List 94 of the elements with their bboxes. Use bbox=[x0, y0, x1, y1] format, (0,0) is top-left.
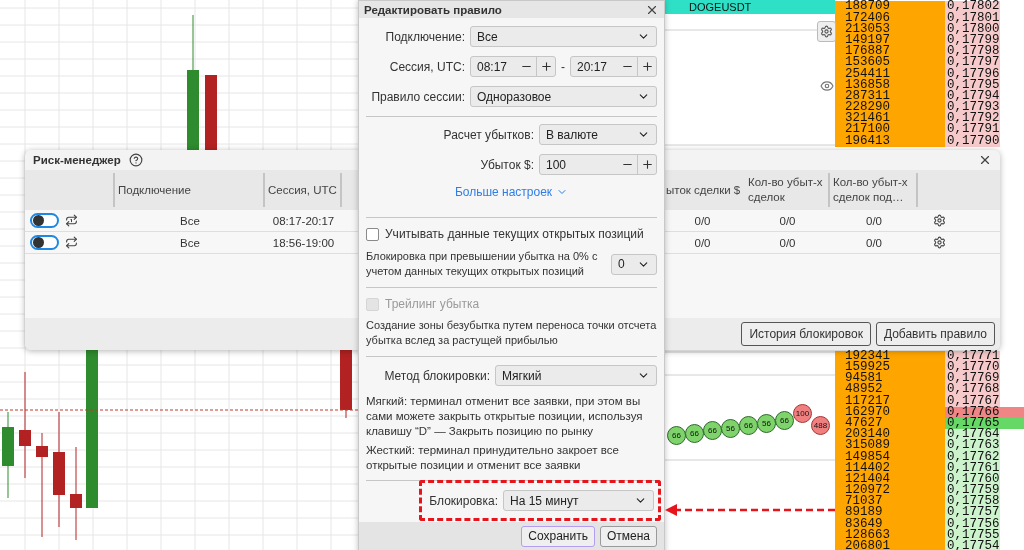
field-label: Метод блокировки: bbox=[383, 368, 490, 383]
volume-cell: 117217 bbox=[835, 395, 945, 407]
table-cell-text: 08:17-20:17 bbox=[271, 214, 336, 227]
range-separator: - bbox=[561, 59, 565, 74]
price-cell: 0,17763 bbox=[945, 440, 1000, 452]
toggle-switch[interactable] bbox=[30, 235, 59, 250]
block-duration-select[interactable]: На 15 минут bbox=[503, 490, 654, 511]
table-cell-text: 0/0 bbox=[865, 214, 883, 227]
method-select[interactable]: Мягкий bbox=[495, 365, 657, 386]
price-cell: 0,17795 bbox=[945, 79, 1000, 91]
field-label: Убыток $: bbox=[479, 157, 534, 172]
price-cell: 0,17756 bbox=[945, 518, 1000, 530]
volume-cell: 89189 bbox=[835, 507, 945, 519]
value-input[interactable]: 08:17 bbox=[471, 59, 517, 74]
column-header: Кол-во убыт-х сделок под… bbox=[830, 173, 918, 207]
price-cell: 0,17755 bbox=[945, 529, 1000, 541]
option-description: Создание зоны безубытка путем переноса точки отсчета убытка вслед за растущей прибылью bbox=[366, 318, 657, 348]
price-cell: 0,17800 bbox=[945, 23, 1000, 35]
table-cell-text: 0/0 bbox=[778, 214, 797, 227]
price-cell: 0,17771 bbox=[945, 350, 1000, 362]
more-settings-link[interactable]: Больше настроек bbox=[454, 185, 569, 199]
dialog-title: Редактировать правило bbox=[364, 3, 502, 16]
option-description: Мягкий: терминал отменит все заявки, при этом вы сами можете закрыть открытые позиции, используя клавишу “D” — Закрыть позицию по рынку bbox=[366, 394, 644, 439]
checkbox-row[interactable]: Учитывать данные текущих открытых позиций bbox=[366, 227, 657, 241]
volume-cell: 192341 bbox=[835, 350, 945, 362]
price-cell: 0,17768 bbox=[945, 384, 1000, 396]
option-description: Блокировка при превышении убытка на 0% с учетом данных текущих открытых позиций bbox=[366, 249, 599, 279]
connection-select[interactable]: Все bbox=[470, 26, 657, 47]
table-cell-text: Все bbox=[179, 236, 201, 249]
plus-icon bbox=[640, 60, 654, 73]
add-rule-button[interactable]: Добавить правило bbox=[875, 322, 995, 346]
settings-button[interactable] bbox=[817, 21, 836, 42]
time-field[interactable]: 08:17 bbox=[470, 56, 556, 77]
table-cell-text: 0/0 bbox=[693, 214, 712, 227]
plus-icon bbox=[539, 60, 553, 73]
price-cell: 0,17797 bbox=[945, 57, 1000, 69]
session-rule-select[interactable]: Одноразовое bbox=[470, 86, 657, 107]
volume-cell: 114402 bbox=[835, 462, 945, 474]
loss-calc-select[interactable]: В валюте bbox=[539, 124, 657, 145]
price-cell: 0,17790 bbox=[945, 135, 1000, 147]
option-description: Жесткий: терминал принудительно закроет все открытые позиции и отменит все заявки bbox=[366, 443, 620, 473]
volume-cell: 172406 bbox=[835, 12, 945, 24]
save-button[interactable]: Сохранить bbox=[521, 525, 595, 547]
volume-cell: 153605 bbox=[835, 57, 945, 69]
volume-cell: 162970 bbox=[835, 406, 945, 418]
help-icon[interactable] bbox=[128, 153, 143, 167]
plus-icon bbox=[640, 158, 654, 171]
price-cell: 0,17767 bbox=[945, 395, 1000, 407]
volume-cell: 188709 bbox=[835, 1, 945, 13]
volume-cell: 206801 bbox=[835, 541, 945, 550]
table-cell-text: 0/0 bbox=[865, 236, 883, 249]
price-cell: 0,17766 bbox=[945, 406, 1024, 418]
price-cell: 0,17762 bbox=[945, 451, 1000, 463]
price-cell: 0,17801 bbox=[945, 12, 1000, 24]
price-cell: 0,17761 bbox=[945, 462, 1000, 474]
checkbox[interactable] bbox=[366, 227, 379, 241]
price-cell: 0,17796 bbox=[945, 68, 1000, 80]
price-cell: 0,17802 bbox=[945, 1, 1000, 13]
field-label: Сессия, UTC: bbox=[388, 59, 465, 74]
field-label: Расчет убытков: bbox=[442, 127, 534, 142]
toggle-switch[interactable] bbox=[30, 213, 59, 228]
gear-icon bbox=[820, 25, 833, 38]
table-cell-text: Все bbox=[179, 214, 201, 227]
field-label: Блокировка: bbox=[428, 493, 498, 508]
price-cell: 0,17757 bbox=[945, 507, 1000, 519]
cancel-button[interactable]: Отмена bbox=[599, 525, 657, 547]
history-button[interactable]: История блокировок bbox=[741, 322, 871, 346]
field-label: Подключение: bbox=[384, 29, 465, 44]
column-header: Кол-во убыт-х сделок bbox=[745, 173, 830, 207]
volume-cell: 48952 bbox=[835, 384, 945, 396]
column-header: Сессия, UTC bbox=[265, 173, 342, 207]
table-cell-text: 18:56-19:00 bbox=[271, 236, 336, 249]
volume-cell: 196413 bbox=[835, 135, 945, 147]
table-cell-text: 0/0 bbox=[778, 236, 797, 249]
column-header: Подключение bbox=[115, 173, 265, 207]
volume-cell: 217100 bbox=[835, 124, 945, 136]
volume-cell: 149854 bbox=[835, 451, 945, 463]
price-cell: 0,17791 bbox=[945, 124, 1000, 136]
volume-cell: 315089 bbox=[835, 440, 945, 452]
close-icon[interactable] bbox=[978, 153, 992, 167]
value-input[interactable]: 20:17 bbox=[571, 59, 618, 74]
volume-cell: 83649 bbox=[835, 518, 945, 530]
value-input[interactable]: 100 bbox=[540, 157, 618, 172]
volume-cell: 136858 bbox=[835, 79, 945, 91]
window-title: Риск-менеджер bbox=[33, 154, 121, 166]
volume-cell: 254411 bbox=[835, 68, 945, 80]
loss-field[interactable]: 100 bbox=[539, 154, 657, 175]
volume-cell: 213053 bbox=[835, 23, 945, 35]
time-field[interactable]: 20:17 bbox=[570, 56, 657, 77]
column-header: ыток сделки $ bbox=[665, 182, 742, 198]
table-cell-text: 0/0 bbox=[693, 236, 712, 249]
field-label: Правило сессии: bbox=[370, 89, 465, 104]
percent-select[interactable]: 0 bbox=[611, 253, 657, 275]
eye-icon bbox=[820, 79, 834, 93]
